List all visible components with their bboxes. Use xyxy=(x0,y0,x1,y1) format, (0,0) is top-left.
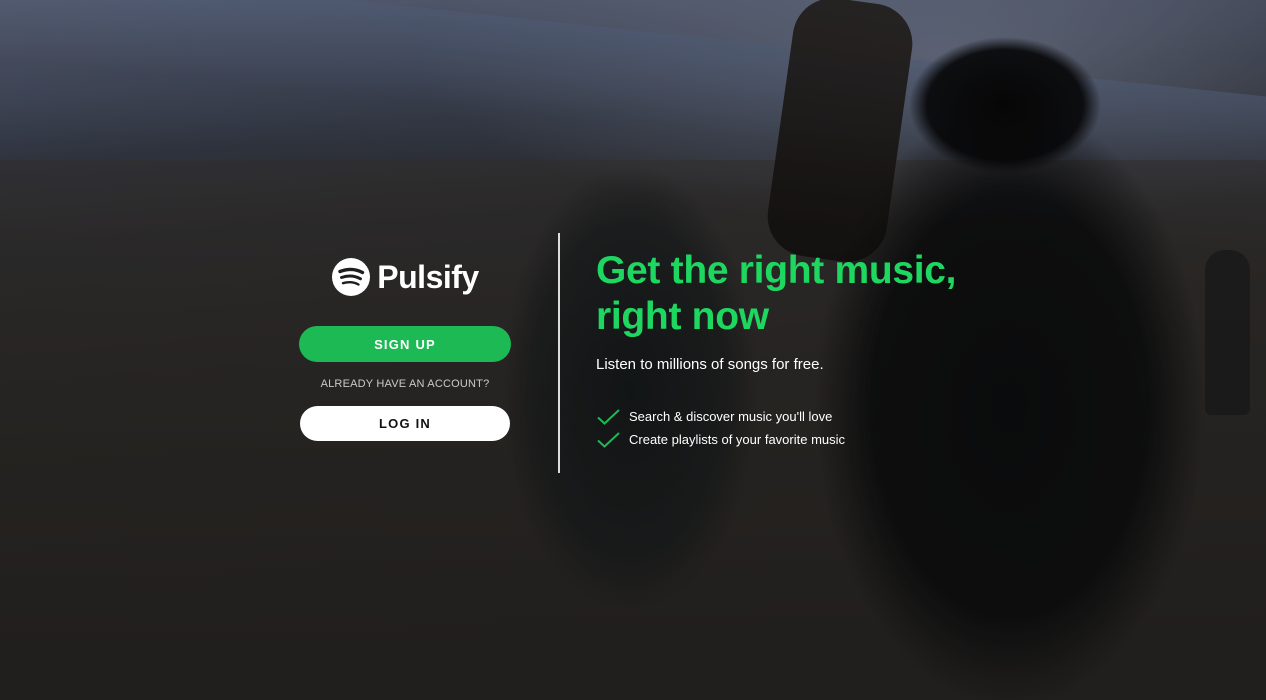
pulsify-logo-icon xyxy=(332,258,371,296)
headline-line-1: Get the right music, xyxy=(596,249,957,292)
hero-subtitle: Listen to millions of songs for free. xyxy=(596,356,824,373)
feature-list: Search & discover music you'll love Crea… xyxy=(596,405,1056,451)
brand-name: Pulsify xyxy=(377,258,479,295)
check-icon xyxy=(597,408,620,425)
feature-text: Create playlists of your favorite music xyxy=(629,432,846,447)
vertical-divider xyxy=(558,233,560,473)
auth-panel: Pulsify SIGN UP ALREADY HAVE AN ACCOUNT?… xyxy=(298,255,512,441)
hero-headline: Get the right music, right now xyxy=(596,248,1056,340)
signup-button[interactable]: SIGN UP xyxy=(299,326,511,362)
account-prompt: ALREADY HAVE AN ACCOUNT? xyxy=(320,378,490,390)
brand-logo[interactable]: Pulsify xyxy=(331,255,479,299)
feature-item: Search & discover music you'll love xyxy=(596,405,1056,428)
login-button[interactable]: LOG IN xyxy=(300,406,510,441)
hero-panel: Get the right music, right now Listen to… xyxy=(596,248,1056,451)
headline-line-2: right now xyxy=(596,295,769,338)
feature-item: Create playlists of your favorite music xyxy=(596,428,1056,451)
check-icon xyxy=(597,431,620,448)
feature-text: Search & discover music you'll love xyxy=(629,409,833,424)
